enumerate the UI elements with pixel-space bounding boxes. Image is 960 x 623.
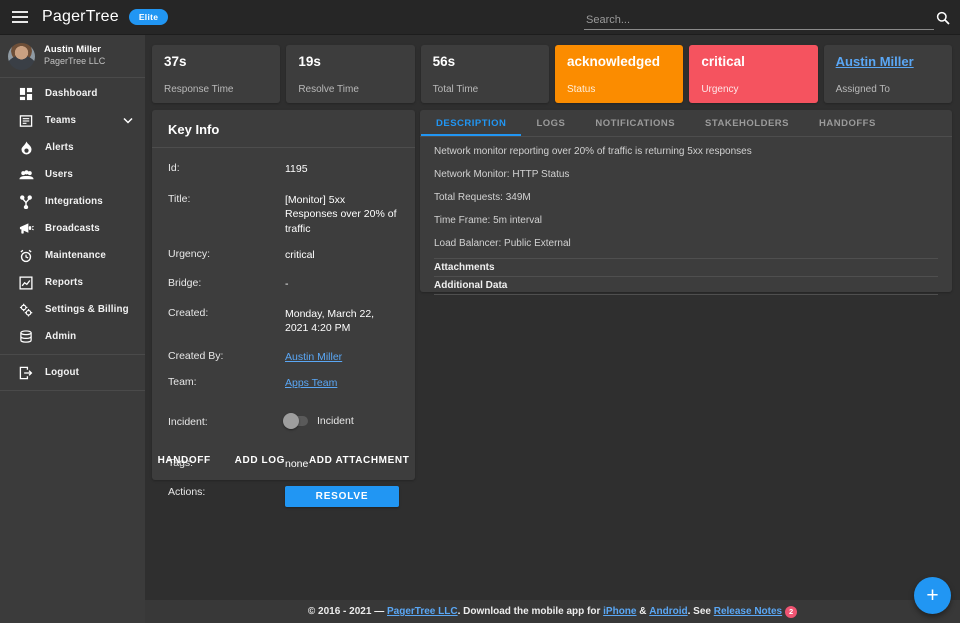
add-log-button[interactable]: ADD LOG — [235, 455, 285, 466]
sidebar: Austin Miller PagerTree LLC Dashboard Te… — [0, 35, 145, 623]
footer: © 2016 - 2021 — PagerTree LLC. Download … — [145, 600, 960, 623]
handoff-button[interactable]: HANDOFF — [158, 455, 211, 466]
key-info-actions: HANDOFF ADD LOG ADD ATTACHMENT — [152, 449, 415, 472]
detail-tabs: DESCRIPTION LOGS NOTIFICATIONS STAKEHOLD… — [420, 110, 952, 137]
detail-panel: DESCRIPTION LOGS NOTIFICATIONS STAKEHOLD… — [420, 110, 952, 292]
sidebar-divider — [0, 354, 145, 355]
add-attachment-button[interactable]: ADD ATTACHMENT — [309, 455, 409, 466]
chevron-down-icon — [123, 117, 133, 124]
key-info-row-urgency: Urgency: critical — [168, 248, 399, 262]
alerts-flame-icon — [18, 140, 34, 156]
key-info-row-id: Id: 1195 — [168, 162, 399, 176]
sidebar-item-admin[interactable]: Admin — [0, 323, 145, 350]
integrations-branch-icon — [18, 194, 34, 210]
description-content: Network monitor reporting over 20% of tr… — [420, 137, 952, 295]
sidebar-item-reports[interactable]: Reports — [0, 269, 145, 296]
search-bar — [584, 6, 952, 30]
sidebar-item-logout[interactable]: Logout — [0, 359, 145, 386]
key-info-row-actions: Actions: RESOLVE — [168, 486, 399, 507]
team-link[interactable]: Apps Team — [285, 377, 337, 389]
stat-card-total-time: 56s Total Time — [421, 45, 549, 103]
tab-notifications[interactable]: NOTIFICATIONS — [580, 110, 690, 136]
sidebar-item-maintenance[interactable]: Maintenance — [0, 242, 145, 269]
user-name: Austin Miller — [44, 44, 105, 56]
android-link[interactable]: Android — [649, 606, 687, 617]
key-info-row-incident: Incident: Incident — [168, 414, 399, 430]
sidebar-nav: Dashboard Teams Alerts — [0, 78, 145, 391]
plan-badge: Elite — [129, 9, 168, 25]
release-notes-link[interactable]: Release Notes — [714, 606, 782, 617]
dashboard-icon — [18, 86, 34, 102]
search-input[interactable] — [584, 11, 934, 30]
hamburger-menu-icon[interactable] — [0, 0, 40, 35]
brand-title[interactable]: PagerTree — [42, 8, 119, 26]
avatar — [8, 43, 35, 70]
additional-data-section[interactable]: Additional Data — [434, 276, 938, 295]
toggle-track — [285, 416, 308, 426]
key-info-row-title: Title: [Monitor] 5xx Responses over 20% … — [168, 193, 399, 236]
sidebar-item-users[interactable]: Users — [0, 161, 145, 188]
sidebar-divider — [0, 390, 145, 391]
key-info-title: Key Info — [152, 110, 415, 147]
attachments-section[interactable]: Attachments — [434, 258, 938, 276]
search-icon[interactable] — [934, 6, 952, 30]
admin-database-icon — [18, 329, 34, 345]
teams-icon — [18, 113, 34, 129]
tab-handoffs[interactable]: HANDOFFS — [804, 110, 891, 136]
stats-row: 37s Response Time 19s Resolve Time 56s T… — [152, 45, 952, 103]
assigned-to-link[interactable]: Austin Miller — [836, 54, 914, 69]
stat-card-urgency: critical Urgency — [689, 45, 817, 103]
add-fab-button[interactable]: + — [914, 577, 951, 614]
resolve-button[interactable]: RESOLVE — [285, 486, 399, 507]
sidebar-item-dashboard[interactable]: Dashboard — [0, 80, 145, 107]
pagertree-llc-link[interactable]: PagerTree LLC — [387, 606, 458, 617]
key-info-row-team: Team: Apps Team — [168, 376, 399, 390]
stat-card-response-time: 37s Response Time — [152, 45, 280, 103]
pagertree-app: PagerTree Elite Austin Miller PagerTree … — [0, 0, 960, 623]
plus-icon: + — [926, 585, 938, 606]
maintenance-clock-icon — [18, 248, 34, 264]
sidebar-item-alerts[interactable]: Alerts — [0, 134, 145, 161]
stat-card-resolve-time: 19s Resolve Time — [286, 45, 414, 103]
users-group-icon — [18, 167, 34, 183]
toggle-knob — [283, 413, 299, 429]
created-by-link[interactable]: Austin Miller — [285, 351, 342, 363]
release-notes-badge: 2 — [785, 606, 797, 618]
sidebar-item-settings-billing[interactable]: Settings & Billing — [0, 296, 145, 323]
sidebar-item-broadcasts[interactable]: Broadcasts — [0, 215, 145, 242]
tab-stakeholders[interactable]: STAKEHOLDERS — [690, 110, 804, 136]
sidebar-item-integrations[interactable]: Integrations — [0, 188, 145, 215]
iphone-link[interactable]: iPhone — [603, 606, 636, 617]
top-bar: PagerTree Elite — [0, 0, 960, 35]
logout-icon — [18, 365, 34, 381]
tab-description[interactable]: DESCRIPTION — [421, 110, 521, 136]
sidebar-item-teams[interactable]: Teams — [0, 107, 145, 134]
key-info-row-created-by: Created By: Austin Miller — [168, 350, 399, 364]
settings-gears-icon — [18, 302, 34, 318]
stat-card-assigned-to: Austin Miller Assigned To — [824, 45, 952, 103]
tab-logs[interactable]: LOGS — [521, 110, 580, 136]
sidebar-user-profile[interactable]: Austin Miller PagerTree LLC — [0, 35, 145, 78]
incident-toggle[interactable]: Incident — [285, 414, 354, 428]
key-info-row-created: Created: Monday, March 22, 2021 4:20 PM — [168, 307, 399, 335]
reports-chart-icon — [18, 275, 34, 291]
key-info-row-bridge: Bridge: - — [168, 277, 399, 291]
key-info-card: Key Info Id: 1195 Title: [Monitor] 5xx R… — [152, 110, 415, 480]
user-org: PagerTree LLC — [44, 56, 105, 67]
broadcasts-megaphone-icon — [18, 221, 34, 237]
stat-card-status: acknowledged Status — [555, 45, 683, 103]
